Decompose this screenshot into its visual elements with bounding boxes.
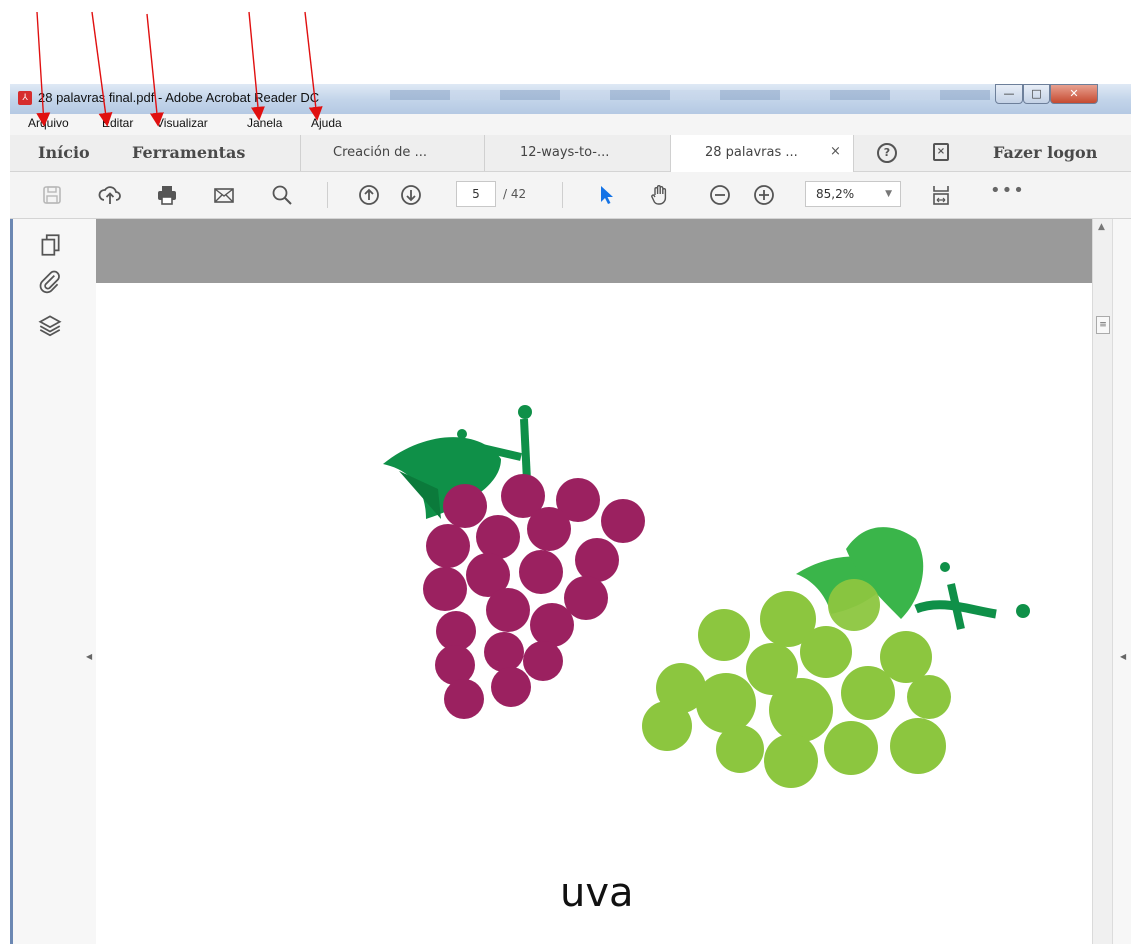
minimize-button[interactable]: — <box>995 84 1023 104</box>
zoom-in-icon[interactable] <box>752 183 776 207</box>
search-icon[interactable] <box>270 183 294 207</box>
page-down-icon[interactable] <box>399 183 423 207</box>
email-icon[interactable] <box>212 183 236 207</box>
green-grapes <box>642 527 1030 788</box>
pages-icon[interactable] <box>37 232 63 258</box>
acrobat-app-icon: ⅄ <box>18 91 32 105</box>
right-tools-panel <box>1112 219 1131 944</box>
select-arrow-icon[interactable] <box>594 183 618 207</box>
tab-document-3-label[interactable]: 28 palavras ... <box>705 145 798 160</box>
tab-close-icon[interactable]: × <box>830 144 841 159</box>
tab-separator <box>484 135 485 171</box>
menu-visualizar[interactable]: Visualizar <box>156 116 208 130</box>
print-icon[interactable] <box>155 183 179 207</box>
menu-editar[interactable]: Editar <box>102 116 133 130</box>
tab-separator <box>300 135 301 171</box>
chevron-down-icon: ▼ <box>885 189 892 199</box>
mobile-panel-icon[interactable]: × <box>933 143 949 161</box>
close-button[interactable]: ✕ <box>1050 84 1098 104</box>
grapes-illustration <box>383 405 1030 788</box>
zoom-dropdown[interactable]: 85,2% ▼ <box>805 181 901 207</box>
tab-tools[interactable]: Ferramentas <box>132 143 245 162</box>
more-tools-icon[interactable]: ••• <box>990 180 1025 201</box>
toolbar-separator <box>327 182 328 208</box>
attachment-icon[interactable] <box>37 268 63 294</box>
purple-grapes <box>383 405 645 719</box>
help-icon[interactable]: ? <box>877 143 897 163</box>
zoom-out-icon[interactable] <box>708 183 732 207</box>
sign-in-button[interactable]: Fazer logon <box>993 143 1097 162</box>
collapse-left-panel-icon[interactable]: ◀ <box>86 652 92 661</box>
layers-icon[interactable] <box>37 312 63 338</box>
window-title: 28 palavras final.pdf - Adobe Acrobat Re… <box>38 90 320 105</box>
page-up-icon[interactable] <box>357 183 381 207</box>
menu-arquivo[interactable]: Arquivo <box>28 116 69 130</box>
page-total-label: / 42 <box>503 187 527 201</box>
menu-ajuda[interactable]: Ajuda <box>311 116 342 130</box>
zoom-value: 85,2% <box>816 187 855 201</box>
upload-icon[interactable] <box>98 183 122 207</box>
scroll-up-icon[interactable]: ▲ <box>1098 222 1105 232</box>
tab-document-2[interactable]: 12-ways-to-... <box>520 145 609 160</box>
page-word-label: uva <box>560 870 634 916</box>
expand-right-panel-icon[interactable]: ◀ <box>1120 652 1126 661</box>
save-icon[interactable] <box>40 183 64 207</box>
hand-icon[interactable] <box>648 183 672 207</box>
fit-page-icon[interactable] <box>929 183 953 207</box>
window-border <box>10 219 13 944</box>
page-number-input[interactable]: 5 <box>456 181 496 207</box>
menu-janela[interactable]: Janela <box>247 116 282 130</box>
maximize-button[interactable]: □ <box>1023 84 1050 104</box>
tab-home[interactable]: Início <box>38 143 90 162</box>
scroll-thumb[interactable]: ≡ <box>1096 316 1110 334</box>
tab-document-1[interactable]: Creación de ... <box>333 145 427 160</box>
toolbar-separator <box>562 182 563 208</box>
